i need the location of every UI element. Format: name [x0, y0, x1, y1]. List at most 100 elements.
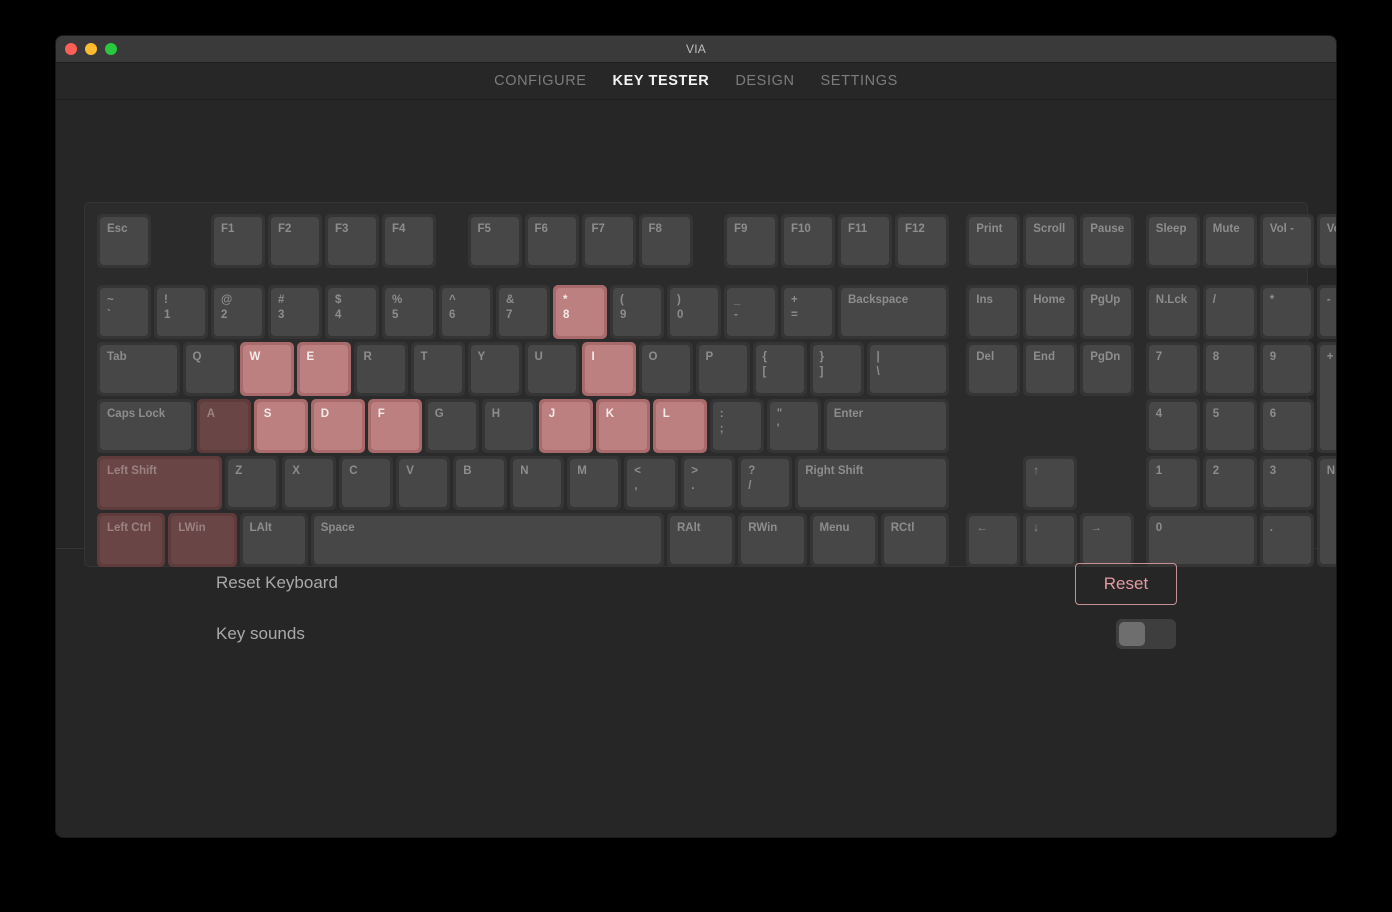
key-right-shift[interactable]: Right Shift: [795, 456, 949, 511]
key-z[interactable]: Z: [225, 456, 280, 511]
key--[interactable]: -: [1316, 285, 1336, 340]
key-enter[interactable]: Enter: [823, 399, 949, 454]
key-r[interactable]: R: [353, 342, 408, 397]
key-↑[interactable]: ↑: [1023, 456, 1078, 511]
key-+[interactable]: +: [1316, 342, 1336, 454]
key-u[interactable]: U: [524, 342, 579, 397]
key-g[interactable]: G: [424, 399, 479, 454]
key-sleep[interactable]: Sleep: [1145, 214, 1200, 268]
key-q[interactable]: Q: [182, 342, 237, 397]
key-/[interactable]: /: [1202, 285, 1257, 340]
key-|-\[interactable]: | \: [866, 342, 949, 397]
key-vol--[interactable]: Vol -: [1259, 214, 1314, 268]
key-f2[interactable]: F2: [268, 214, 322, 268]
key-vol-+[interactable]: Vol +: [1316, 214, 1336, 268]
key-f3[interactable]: F3: [325, 214, 379, 268]
key-f4[interactable]: F4: [382, 214, 436, 268]
key-f9[interactable]: F9: [724, 214, 778, 268]
tab-settings[interactable]: SETTINGS: [821, 73, 898, 89]
key-n.lck[interactable]: N.Lck: [1145, 285, 1200, 340]
key-t[interactable]: T: [410, 342, 465, 397]
key-f7[interactable]: F7: [581, 214, 636, 268]
key-%-5[interactable]: % 5: [382, 285, 436, 340]
key-?-/[interactable]: ? /: [738, 456, 793, 511]
key-6[interactable]: 6: [1259, 399, 1314, 454]
key-9[interactable]: 9: [1259, 342, 1314, 397]
key-+-=[interactable]: + =: [781, 285, 835, 340]
key-2[interactable]: 2: [1202, 456, 1257, 511]
key-pgdn[interactable]: PgDn: [1080, 342, 1135, 397]
key-d[interactable]: D: [310, 399, 365, 454]
key-scroll[interactable]: Scroll: [1023, 214, 1078, 268]
key-ins[interactable]: Ins: [966, 285, 1021, 340]
maximize-window-icon[interactable]: [105, 43, 117, 55]
key-7[interactable]: 7: [1145, 342, 1200, 397]
key-h[interactable]: H: [481, 399, 536, 454]
key-i[interactable]: I: [581, 342, 636, 397]
key-"-'[interactable]: " ': [766, 399, 821, 454]
key-1[interactable]: 1: [1145, 456, 1200, 511]
key-n[interactable]: N: [510, 456, 565, 511]
tab-design[interactable]: DESIGN: [735, 73, 794, 89]
key-esc[interactable]: Esc: [97, 214, 151, 268]
key-s[interactable]: S: [253, 399, 308, 454]
tab-key-tester[interactable]: KEY TESTER: [613, 73, 710, 89]
key-!-1[interactable]: ! 1: [154, 285, 208, 340]
key-tab[interactable]: Tab: [97, 342, 180, 397]
key-e[interactable]: E: [296, 342, 351, 397]
key-&-7[interactable]: & 7: [496, 285, 550, 340]
key-f10[interactable]: F10: [781, 214, 835, 268]
key-5[interactable]: 5: [1202, 399, 1257, 454]
key-k[interactable]: K: [595, 399, 650, 454]
key-home[interactable]: Home: [1023, 285, 1078, 340]
key-b[interactable]: B: [453, 456, 508, 511]
key-j[interactable]: J: [538, 399, 593, 454]
key-sounds-toggle[interactable]: [1116, 619, 1176, 649]
key-o[interactable]: O: [638, 342, 693, 397]
key-end[interactable]: End: [1023, 342, 1078, 397]
key-print[interactable]: Print: [966, 214, 1021, 268]
key-)-0[interactable]: ) 0: [667, 285, 721, 340]
minimize-window-icon[interactable]: [85, 43, 97, 55]
key-f12[interactable]: F12: [895, 214, 949, 268]
key-caps-lock[interactable]: Caps Lock: [97, 399, 194, 454]
key-4[interactable]: 4: [1145, 399, 1200, 454]
key-c[interactable]: C: [339, 456, 394, 511]
key-del[interactable]: Del: [966, 342, 1021, 397]
key-f6[interactable]: F6: [524, 214, 579, 268]
key-f11[interactable]: F11: [838, 214, 892, 268]
key->-.[interactable]: > .: [681, 456, 736, 511]
key-p[interactable]: P: [695, 342, 750, 397]
key-m[interactable]: M: [567, 456, 622, 511]
reset-button[interactable]: Reset: [1075, 563, 1177, 605]
key-a[interactable]: A: [196, 399, 251, 454]
key-backspace[interactable]: Backspace: [838, 285, 949, 340]
close-window-icon[interactable]: [65, 43, 77, 55]
key-{-[[interactable]: { [: [752, 342, 807, 397]
key-mute[interactable]: Mute: [1202, 214, 1257, 268]
tab-configure[interactable]: CONFIGURE: [494, 73, 586, 89]
key-f5[interactable]: F5: [467, 214, 522, 268]
key-8[interactable]: 8: [1202, 342, 1257, 397]
key-(-9[interactable]: ( 9: [610, 285, 664, 340]
key-_--[interactable]: _ -: [724, 285, 778, 340]
key-y[interactable]: Y: [467, 342, 522, 397]
key-@-2[interactable]: @ 2: [211, 285, 265, 340]
key-3[interactable]: 3: [1259, 456, 1314, 511]
key-w[interactable]: W: [239, 342, 294, 397]
key-*[interactable]: *: [1259, 285, 1314, 340]
key-f8[interactable]: F8: [638, 214, 693, 268]
key-<-,[interactable]: < ,: [624, 456, 679, 511]
key-^-6[interactable]: ^ 6: [439, 285, 493, 340]
key-:-;[interactable]: : ;: [709, 399, 764, 454]
key-v[interactable]: V: [396, 456, 451, 511]
key-~-`[interactable]: ~ `: [97, 285, 151, 340]
key-left-shift[interactable]: Left Shift: [97, 456, 223, 511]
key-pgup[interactable]: PgUp: [1080, 285, 1135, 340]
key-pause[interactable]: Pause: [1080, 214, 1135, 268]
key-f[interactable]: F: [367, 399, 422, 454]
key-l[interactable]: L: [652, 399, 707, 454]
key-$-4[interactable]: $ 4: [325, 285, 379, 340]
key-x[interactable]: X: [282, 456, 337, 511]
key-}-][interactable]: } ]: [809, 342, 864, 397]
